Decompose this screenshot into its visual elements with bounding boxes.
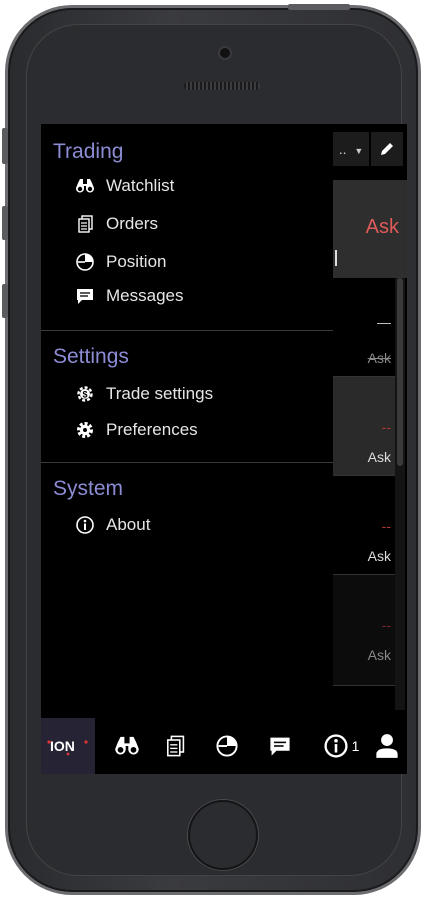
menu-item-orders[interactable]: Orders xyxy=(41,206,333,242)
pencil-icon xyxy=(381,143,393,155)
binoculars-icon xyxy=(115,736,139,755)
scroll-thumb[interactable] xyxy=(397,278,403,466)
header-ask-label: Ask xyxy=(365,216,399,238)
section-header-system: System xyxy=(53,477,124,500)
menu-item-label: Messages xyxy=(106,286,184,305)
orders-icon xyxy=(167,735,185,757)
price-header: Ask xyxy=(333,180,407,278)
menu-divider xyxy=(41,462,333,463)
pie-chart-icon xyxy=(75,252,95,272)
tab-profile[interactable] xyxy=(367,718,407,774)
power-button xyxy=(288,4,350,10)
ask-label: Ask xyxy=(367,350,391,366)
menu-divider xyxy=(41,330,333,331)
tab-messages[interactable] xyxy=(259,718,301,774)
earpiece-speaker xyxy=(184,82,260,90)
menu-item-about[interactable]: About xyxy=(41,507,333,543)
background-toolbar: .. ▼ xyxy=(333,132,407,166)
info-icon xyxy=(75,515,95,535)
app-screen: .. ▼ Ask — Ask -- Ask -- Ask -- Ask Trad… xyxy=(41,124,407,774)
quote-row[interactable]: -- Ask xyxy=(333,575,395,686)
ion-logo-icon: ION xyxy=(47,738,88,756)
bid-value: — xyxy=(377,314,391,330)
bid-value: -- xyxy=(381,617,391,633)
pie-chart-icon xyxy=(216,735,238,757)
ask-label: Ask xyxy=(367,449,391,465)
menu-item-label: Orders xyxy=(106,214,158,233)
side-menu: Trading Watchlist Orders Position Messag… xyxy=(41,124,333,718)
edit-button[interactable] xyxy=(371,132,403,166)
menu-item-label: Preferences xyxy=(106,420,198,439)
svg-text:$: $ xyxy=(82,390,87,400)
quote-row[interactable]: -- Ask xyxy=(333,377,395,476)
chevron-down-icon: ▼ xyxy=(354,146,364,156)
menu-item-label: Watchlist xyxy=(106,176,175,195)
text-cursor xyxy=(335,250,337,266)
dropdown-label: .. xyxy=(338,141,347,157)
menu-section-trading: Trading Watchlist Orders Position Messag… xyxy=(41,138,333,314)
bid-value: -- xyxy=(381,518,391,534)
quote-row[interactable]: — Ask xyxy=(333,278,395,377)
mute-switch xyxy=(2,128,8,164)
info-icon xyxy=(324,734,348,758)
tab-about[interactable]: 1 xyxy=(317,718,365,774)
user-icon xyxy=(376,734,398,758)
tab-watchlist[interactable] xyxy=(105,718,149,774)
section-header-trading: Trading xyxy=(53,140,124,163)
quote-row[interactable]: -- Ask xyxy=(333,476,395,575)
bottom-tab-bar: ION 1 xyxy=(41,718,407,774)
home-button[interactable] xyxy=(188,800,258,870)
instrument-dropdown[interactable]: .. ▼ xyxy=(333,132,369,166)
tab-orders[interactable] xyxy=(155,718,195,774)
ion-logo-text: ION xyxy=(50,738,75,754)
volume-down-button xyxy=(2,284,8,318)
menu-section-settings: Settings $ Trade settings Preferences xyxy=(41,343,333,448)
tab-position[interactable] xyxy=(207,718,247,774)
volume-up-button xyxy=(2,206,8,240)
menu-item-label: About xyxy=(106,515,151,534)
dollar-gear-icon: $ xyxy=(75,384,95,404)
ask-label: Ask xyxy=(367,647,391,663)
front-camera xyxy=(220,48,230,58)
gear-icon xyxy=(75,420,95,440)
menu-item-preferences[interactable]: Preferences xyxy=(41,412,333,448)
menu-item-watchlist[interactable]: Watchlist xyxy=(41,168,333,204)
menu-item-label: Position xyxy=(106,252,167,271)
menu-section-system: System About xyxy=(41,475,333,543)
message-icon xyxy=(270,737,290,756)
menu-item-messages[interactable]: Messages xyxy=(41,278,333,314)
message-icon xyxy=(75,286,95,306)
menu-item-trade-settings[interactable]: $ Trade settings xyxy=(41,376,333,412)
info-count-badge: 1 xyxy=(351,738,360,754)
section-header-settings: Settings xyxy=(53,345,129,368)
menu-item-position[interactable]: Position xyxy=(41,244,333,280)
bid-value: -- xyxy=(381,419,391,435)
binoculars-icon xyxy=(75,176,95,196)
ask-label: Ask xyxy=(367,548,391,564)
ion-logo-button[interactable]: ION xyxy=(41,718,95,774)
orders-icon xyxy=(75,214,95,234)
menu-item-label: Trade settings xyxy=(106,384,214,403)
